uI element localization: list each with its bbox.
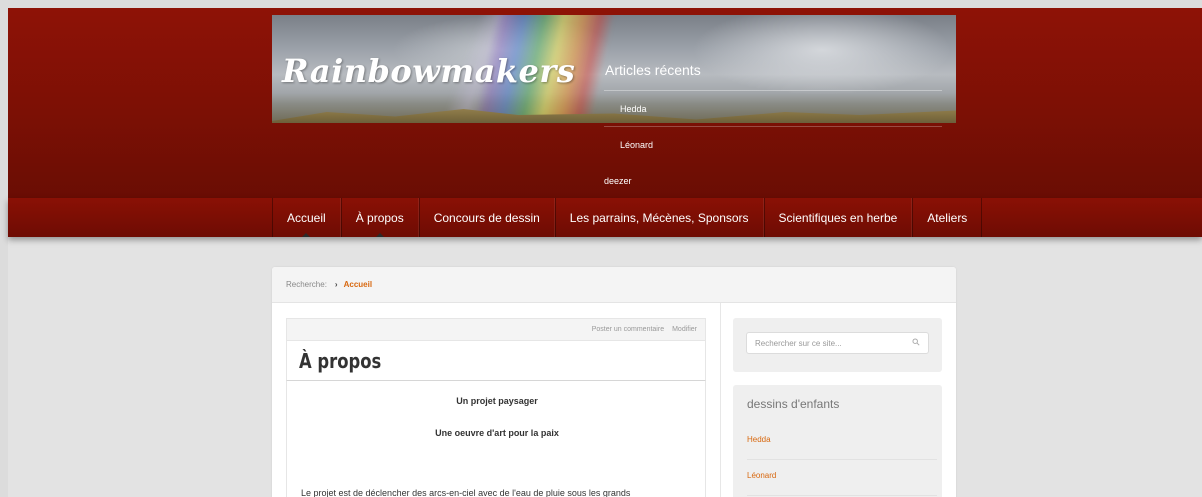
nav-menu: Accueil À propos Concours de dessin Les … <box>272 198 983 237</box>
post-heading: Un projet paysager <box>456 396 538 406</box>
post-edit-link[interactable]: Modifier <box>672 326 697 333</box>
post-title: À propos <box>286 340 706 380</box>
divider <box>604 126 942 127</box>
divider <box>747 495 937 496</box>
post-paragraph: Le projet est de déclencher des arcs-en-… <box>301 488 631 497</box>
chevron-right-icon: › <box>334 280 338 289</box>
nav-item-ateliers[interactable]: Ateliers <box>912 198 983 237</box>
nav-item-a-propos[interactable]: À propos <box>340 198 419 237</box>
column-divider <box>720 303 721 497</box>
post-body: Un projet paysager Une oeuvre d'art pour… <box>286 380 706 497</box>
search-widget: Rechercher sur ce site... <box>733 318 942 372</box>
widget-link[interactable]: Hedda <box>747 435 771 444</box>
recent-post-link[interactable]: Hedda <box>620 104 647 114</box>
nav-item-scientifiques[interactable]: Scientifiques en herbe <box>763 198 913 237</box>
divider <box>747 459 937 460</box>
recent-post-link[interactable]: Léonard <box>620 140 653 150</box>
post-subheading: Une oeuvre d'art pour la paix <box>435 428 559 438</box>
banner-hills <box>272 109 956 123</box>
post-meta-bar: Poster un commentaire Modifier <box>286 318 706 340</box>
search-icon[interactable] <box>912 338 920 346</box>
post-comment-link[interactable]: Poster un commentaire <box>592 326 664 333</box>
recent-post-link[interactable]: deezer <box>604 176 632 186</box>
breadcrumb-current[interactable]: Accueil <box>344 280 372 289</box>
search-input[interactable]: Rechercher sur ce site... <box>746 332 929 354</box>
content-container: Recherche: › Accueil Poster un commentai… <box>272 267 956 497</box>
divider <box>604 90 942 91</box>
widget-link[interactable]: Léonard <box>747 471 776 480</box>
breadcrumb: Recherche: › Accueil <box>272 267 956 303</box>
nav-item-concours-de-dessin[interactable]: Concours de dessin <box>418 198 555 237</box>
recent-posts-title: Articles récents <box>605 62 701 78</box>
search-placeholder: Rechercher sur ce site... <box>755 338 842 348</box>
site-logo[interactable]: Rainbowmakers <box>282 52 575 90</box>
nav-item-accueil[interactable]: Accueil <box>272 198 341 237</box>
nav-item-parrains[interactable]: Les parrains, Mécènes, Sponsors <box>554 198 764 237</box>
childrens-drawings-widget: dessins d'enfants Hedda Léonard <box>733 385 942 497</box>
main-navigation: Accueil À propos Concours de dessin Les … <box>8 198 1202 237</box>
post-title-text: À propos <box>299 348 382 373</box>
banner-cloud <box>692 15 952 95</box>
widget-title: dessins d'enfants <box>747 397 840 411</box>
breadcrumb-prefix: Recherche: <box>286 280 327 289</box>
